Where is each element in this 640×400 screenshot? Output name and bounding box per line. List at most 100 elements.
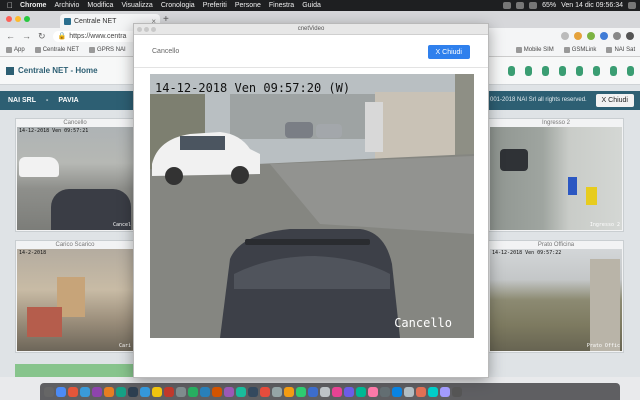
window-controls: [6, 16, 30, 22]
logo-icon: [6, 66, 14, 75]
extension-icon[interactable]: [574, 32, 582, 40]
app-icon[interactable]: [92, 386, 102, 397]
modal-minimize-icon[interactable]: [144, 27, 149, 32]
app-icon[interactable]: [260, 386, 270, 397]
camera-caption: Ingresso 2: [541, 120, 571, 126]
close-window-icon[interactable]: [6, 16, 12, 22]
skype-icon[interactable]: [140, 386, 150, 397]
app-icon[interactable]: [200, 386, 210, 397]
status-pill-icon[interactable]: [525, 66, 532, 76]
app-icon[interactable]: [404, 386, 414, 397]
status-pill-icon[interactable]: [627, 66, 634, 76]
app-icon[interactable]: [212, 386, 222, 397]
status-pill-icon[interactable]: [576, 66, 583, 76]
menu-visualizza[interactable]: Visualizza: [117, 2, 156, 9]
app-icon[interactable]: [176, 386, 186, 397]
extension-icon[interactable]: [587, 32, 595, 40]
app-icon[interactable]: [272, 386, 282, 397]
app-icon[interactable]: [236, 386, 246, 397]
app-icon[interactable]: [428, 386, 438, 397]
app-icon[interactable]: [440, 386, 450, 397]
spotlight-icon[interactable]: [628, 2, 636, 9]
bookmark-nai-sat[interactable]: NAI Sat: [606, 47, 635, 53]
app-icon[interactable]: [188, 386, 198, 397]
app-icon[interactable]: [224, 386, 234, 397]
camera-caption: Prato Officina: [537, 242, 575, 248]
camera-timestamp: 14-12-2018 Ven 09:57:21: [19, 128, 89, 134]
app-icon[interactable]: [416, 386, 426, 397]
status-pill-icon[interactable]: [593, 66, 600, 76]
app-icon[interactable]: [356, 386, 366, 397]
battery-percent[interactable]: 65%: [542, 2, 556, 9]
app-icon[interactable]: [368, 386, 378, 397]
camera-tile-prato-officina[interactable]: Prato Officina 14-12-2018 Ven 09:57:22 P…: [488, 240, 624, 353]
app-icon[interactable]: [128, 386, 138, 397]
chrome-icon[interactable]: [56, 386, 66, 397]
app-icon[interactable]: [104, 386, 114, 397]
menu-archivio[interactable]: Archivio: [50, 2, 83, 9]
tab-title: Centrale NET: [74, 17, 117, 25]
menu-modifica[interactable]: Modifica: [83, 2, 117, 9]
modal-window-title: cnetVideo: [297, 26, 325, 32]
bookmark-mobile-sim[interactable]: Mobile SIM: [515, 47, 554, 53]
tray-icon[interactable]: [503, 2, 512, 9]
app-icon[interactable]: [308, 386, 318, 397]
bookmark-apps[interactable]: App: [6, 47, 25, 53]
status-pill-icon[interactable]: [610, 66, 617, 76]
menu-cronologia[interactable]: Cronologia: [157, 2, 199, 9]
camera-tile-cancello[interactable]: Cancello 14-12-2018 Ven 09:57:21 Cancel: [15, 118, 135, 232]
modal-window-controls: [137, 27, 156, 32]
minimize-window-icon[interactable]: [15, 16, 21, 22]
app-icon[interactable]: [152, 386, 162, 397]
app-icon[interactable]: [392, 386, 402, 397]
bookmark-gprs-nai[interactable]: GPRS NAI: [89, 47, 126, 53]
menu-finestra[interactable]: Finestra: [265, 2, 298, 9]
nav-separator: -: [46, 97, 49, 104]
back-icon[interactable]: ←: [6, 31, 15, 41]
menu-app-chrome[interactable]: Chrome: [16, 2, 50, 9]
bookmark-gsmlink[interactable]: GSMLink: [563, 47, 596, 53]
reload-icon[interactable]: ↻: [38, 31, 46, 42]
app-icon[interactable]: [80, 386, 90, 397]
app-icon[interactable]: [320, 386, 330, 397]
page-close-button[interactable]: X Chiudi: [595, 94, 634, 107]
menu-persone[interactable]: Persone: [231, 2, 265, 9]
app-icon[interactable]: [164, 386, 174, 397]
status-pill-icon[interactable]: [542, 66, 549, 76]
camera-name: Cancel: [112, 222, 131, 228]
camera-tile-carico-scarico[interactable]: Carico Scarico 14-2-2018 Cari: [15, 240, 135, 353]
zoom-window-icon[interactable]: [24, 16, 30, 22]
status-pill-icon[interactable]: [508, 66, 515, 76]
app-icon[interactable]: [248, 386, 258, 397]
modal-close-button[interactable]: X Chiudi: [427, 45, 470, 59]
status-pill-icon[interactable]: [559, 66, 566, 76]
menu-preferiti[interactable]: Preferiti: [199, 2, 231, 9]
profile-icon[interactable]: [613, 32, 621, 40]
finder-icon[interactable]: [44, 386, 54, 397]
apple-icon[interactable]: : [4, 1, 16, 10]
page-brand[interactable]: Centrale NET - Home: [6, 66, 98, 75]
app-icon[interactable]: [332, 386, 342, 397]
star-icon[interactable]: [561, 32, 569, 40]
building-shape: [375, 92, 455, 162]
app-icon[interactable]: [116, 386, 126, 397]
main-camera-feed: 14-12-2018 Ven 09:57:20 (W) Cancello: [150, 74, 474, 338]
menu-guida[interactable]: Guida: [298, 2, 325, 9]
clock[interactable]: Ven 14 dic 09:56:34: [561, 2, 623, 9]
wifi-icon[interactable]: [529, 2, 538, 9]
app-icon[interactable]: [296, 386, 306, 397]
app-icon[interactable]: [284, 386, 294, 397]
tray-icon[interactable]: [516, 2, 525, 9]
app-icon[interactable]: [344, 386, 354, 397]
extension-icon[interactable]: [600, 32, 608, 40]
trash-icon[interactable]: [452, 386, 462, 397]
modal-close-icon[interactable]: [137, 27, 142, 32]
forward-icon[interactable]: →: [22, 31, 31, 41]
menu-dots-icon[interactable]: [626, 32, 634, 40]
camera-tile-ingresso-2[interactable]: Ingresso 2 Ingresso 2: [488, 118, 624, 232]
bookmark-centrale-net[interactable]: Centrale NET: [34, 47, 79, 53]
lock-icon: 🔒: [57, 33, 67, 40]
app-icon[interactable]: [380, 386, 390, 397]
app-icon[interactable]: [68, 386, 78, 397]
modal-zoom-icon[interactable]: [151, 27, 156, 32]
